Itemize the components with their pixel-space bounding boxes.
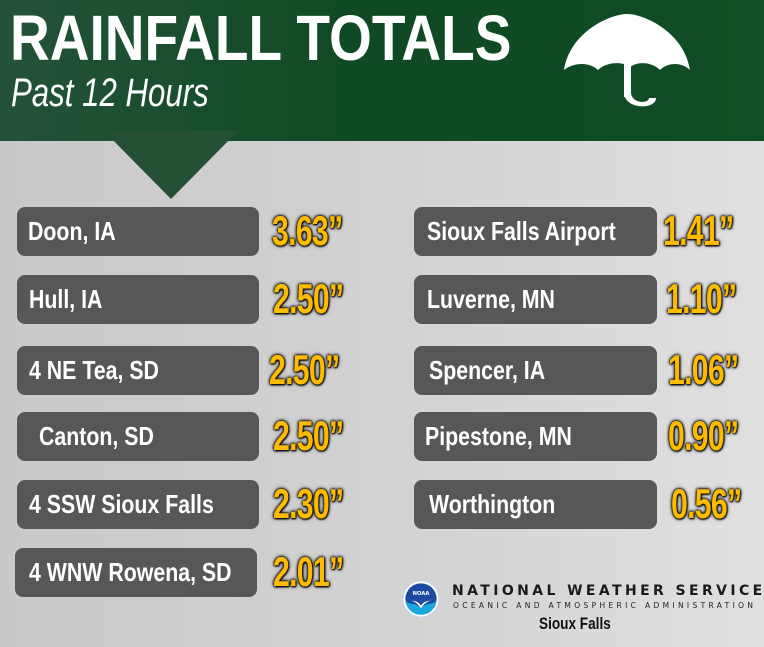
rainfall-amount: 1.41” (663, 207, 734, 254)
rainfall-amount: 0.56” (671, 480, 742, 527)
rainfall-amount: 2.01” (273, 548, 344, 595)
rainfall-amount: 3.63” (272, 207, 343, 254)
agency-parent: OCEANIC AND ATMOSPHERIC ADMINISTRATION (453, 601, 757, 610)
rainfall-amount: 2.50” (269, 346, 340, 393)
location-label: 4 SSW Sioux Falls (29, 489, 214, 519)
page-subtitle: Past 12 Hours (11, 71, 209, 115)
list-item: Hull, IA 2.50” (17, 275, 377, 324)
header-banner: RAINFALL TOTALS Past 12 Hours (0, 0, 764, 141)
noaa-logo-text: NOAA (413, 591, 431, 597)
list-item: 4 WNW Rowena, SD 2.01” (15, 548, 375, 597)
list-item: Sioux Falls Airport 1.41” (414, 207, 764, 256)
location-label: Canton, SD (39, 421, 154, 451)
location-label: Hull, IA (29, 284, 103, 314)
office-name: Sioux Falls (539, 614, 611, 633)
location-label: Pipestone, MN (425, 421, 572, 451)
location-label: Luverne, MN (427, 284, 555, 314)
rainfall-amount: 0.90” (668, 412, 739, 459)
location-label: 4 NE Tea, SD (29, 355, 159, 385)
list-item: 4 NE Tea, SD 2.50” (17, 346, 377, 395)
rainfall-amount: 2.50” (273, 275, 344, 322)
rainfall-amount: 2.30” (273, 480, 344, 527)
list-item: Canton, SD 2.50” (17, 412, 377, 461)
header-pointer (104, 131, 238, 199)
rainfall-amount: 1.10” (666, 275, 737, 322)
nws-branding: NOAA NATIONAL WEATHER SERVICE OCEANIC AN… (402, 577, 762, 637)
location-label: Sioux Falls Airport (427, 216, 616, 246)
page-title: RAINFALL TOTALS (10, 2, 512, 74)
rainfall-amount: 2.50” (273, 412, 344, 459)
location-label: Worthington (429, 489, 556, 519)
location-label: Doon, IA (28, 216, 116, 246)
noaa-logo-icon: NOAA (402, 580, 440, 618)
list-item: Spencer, IA 1.06” (414, 346, 764, 395)
umbrella-icon (564, 14, 690, 107)
list-item: Worthington 0.56” (414, 480, 764, 529)
rainfall-amount: 1.06” (668, 346, 739, 393)
agency-name: NATIONAL WEATHER SERVICE (452, 583, 764, 599)
list-item: Doon, IA 3.63” (17, 207, 377, 256)
location-label: 4 WNW Rowena, SD (29, 557, 232, 587)
list-item: 4 SSW Sioux Falls 2.30” (17, 480, 377, 529)
list-item: Luverne, MN 1.10” (414, 275, 764, 324)
list-item: Pipestone, MN 0.90” (414, 412, 764, 461)
location-label: Spencer, IA (429, 355, 546, 385)
